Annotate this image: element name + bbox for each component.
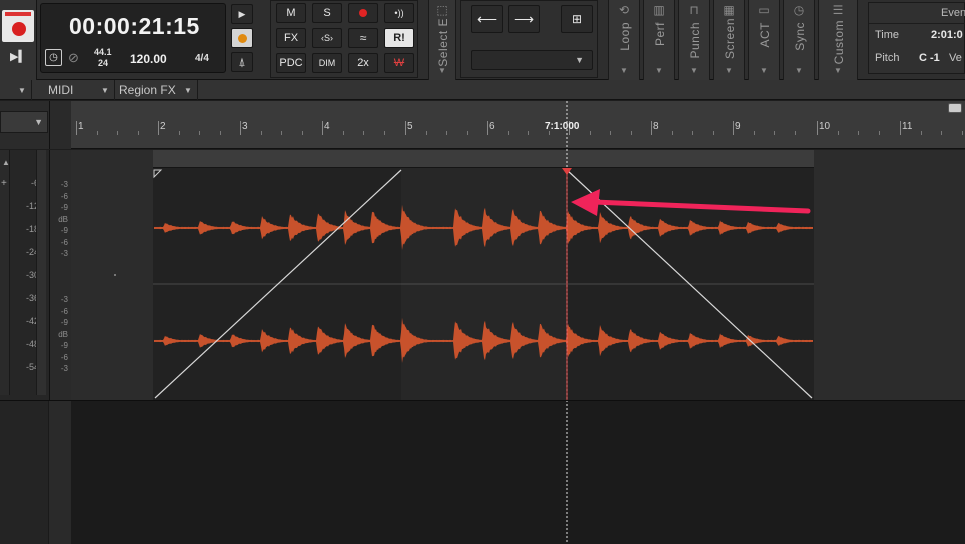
divider	[0, 400, 965, 401]
annotation-arrow-head-icon	[571, 189, 600, 216]
fade-handle-icon[interactable]	[153, 169, 163, 179]
annotation-arrow-shaft	[591, 199, 811, 214]
selection-shade	[401, 168, 567, 400]
playhead-lower	[566, 400, 568, 544]
daw-window: ▶▍ 00:00:21:15 ◷ ⊘ 44.1 24 120.00 4/4 ▶ …	[0, 0, 965, 544]
